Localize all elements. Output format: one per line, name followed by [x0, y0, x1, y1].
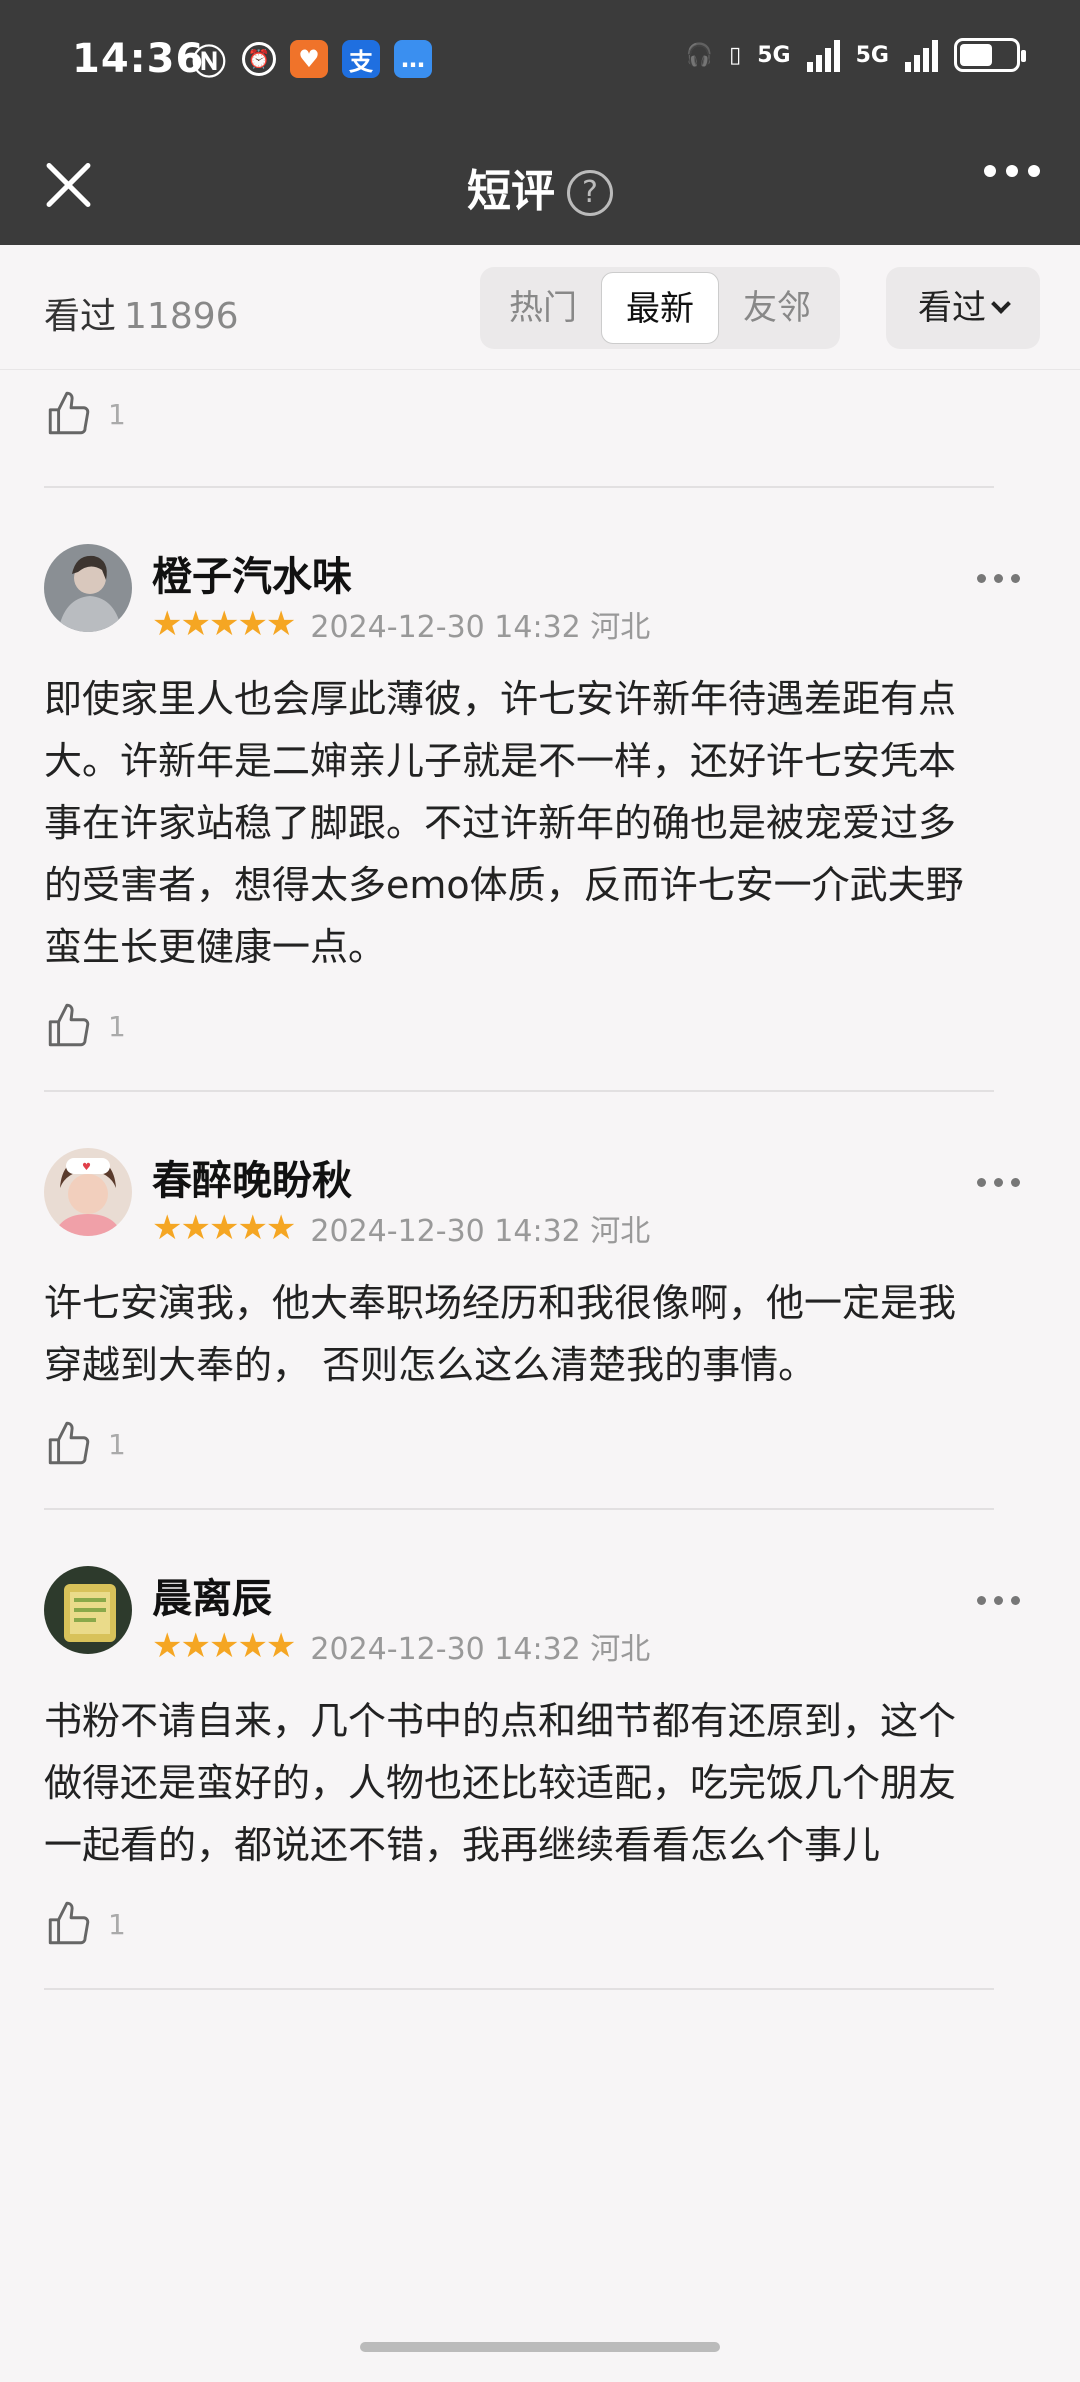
notification-icons: Ⓝ ⏰ ♥ 支 …	[190, 40, 432, 83]
signal-icon-1	[806, 38, 840, 72]
seen-label: 看过	[44, 296, 117, 337]
like-button[interactable]: 1	[0, 384, 1080, 444]
vibrate-icon: ▯	[729, 42, 742, 68]
title-bar: 短评?	[0, 125, 1080, 245]
home-indicator[interactable]	[360, 2342, 720, 2352]
system-icons: 🎧 ▯ 5G 5G	[685, 38, 1026, 72]
nfc-icon: Ⓝ	[192, 42, 226, 83]
rating-stars: ★★★★★	[152, 1626, 296, 1666]
battery-fill	[960, 44, 993, 66]
headphones-icon: 🎧	[685, 42, 714, 68]
username[interactable]: 晨离辰	[152, 1566, 272, 1624]
tab-latest[interactable]: 最新	[601, 272, 719, 344]
svg-text:♥: ♥	[82, 1162, 91, 1173]
review-date: 2024-12-30 14:32 河北	[310, 1214, 651, 1249]
thumbs-up-icon	[48, 1421, 90, 1465]
seen-number: 11896	[124, 296, 239, 337]
like-button[interactable]: 1	[44, 1414, 994, 1474]
status-filter-dropdown[interactable]: 看过	[886, 267, 1040, 349]
divider	[44, 1090, 994, 1092]
signal-icon-2	[905, 38, 938, 72]
taobao-app-icon: ♥	[290, 40, 328, 78]
filter-bar: 看过 11896 热门 最新 友邻 看过	[0, 245, 1080, 370]
divider	[44, 1988, 994, 1990]
review-text: 即使家里人也会厚此薄彼，许七安许新年待遇差距有点大。许新年是二婶亲儿子就是不一样…	[44, 677, 964, 969]
page-title-text: 短评	[467, 166, 555, 217]
thumbs-up-icon	[48, 1901, 90, 1945]
tab-hot[interactable]: 热门	[485, 272, 601, 344]
review-text: 书粉不请自来，几个书中的点和细节都有还原到，这个做得还是蛮好的，人物也还比较适配…	[44, 1699, 957, 1867]
review-item: 晨离辰 ★★★★★ 2024-12-30 14:32 河北 书粉不请自来，几个书…	[0, 1566, 1080, 1954]
review-date: 2024-12-30 14:32 河北	[310, 1632, 651, 1667]
review-more-button[interactable]	[977, 1178, 1020, 1187]
like-button[interactable]: 1	[44, 996, 994, 1056]
thumbs-up-icon	[48, 1003, 90, 1047]
username[interactable]: 春醉晚盼秋	[152, 1148, 352, 1206]
chevron-down-icon	[991, 294, 1011, 314]
message-app-icon: …	[394, 40, 432, 78]
review-date: 2024-12-30 14:32 河北	[310, 610, 651, 645]
status-filter-label: 看过	[918, 288, 986, 328]
review-feed: 1 橙子汽水味 ★★★★★ 2024-12-30 14:32 河北 即使家里人也…	[0, 370, 1080, 1990]
status-time: 14:36	[72, 36, 205, 82]
network-label-1: 5G	[757, 42, 791, 68]
review-more-button[interactable]	[977, 574, 1020, 583]
like-count: 1	[108, 397, 126, 431]
sort-segmented-control: 热门 最新 友邻	[480, 267, 840, 349]
seen-count: 看过 11896	[44, 287, 239, 339]
thumbs-up-icon	[48, 391, 90, 435]
battery-icon	[954, 38, 1026, 72]
avatar[interactable]: ♥	[44, 1148, 132, 1236]
page-title: 短评?	[0, 155, 1080, 219]
tab-friends[interactable]: 友邻	[719, 272, 835, 344]
divider	[44, 486, 994, 488]
review-text: 许七安演我，他大奉职场经历和我很像啊，他一定是我穿越到大奉的， 否则怎么这么清楚…	[44, 1281, 957, 1387]
username[interactable]: 橙子汽水味	[152, 544, 352, 602]
review-item: 橙子汽水味 ★★★★★ 2024-12-30 14:32 河北 即使家里人也会厚…	[0, 544, 1080, 1056]
status-bar: 14:36 Ⓝ ⏰ ♥ 支 … 🎧 ▯ 5G 5G	[0, 0, 1080, 125]
like-button[interactable]: 1	[44, 1894, 994, 1954]
network-label-2: 5G	[855, 42, 889, 68]
alarm-icon: ⏰	[242, 42, 276, 76]
review-more-button[interactable]	[977, 1596, 1020, 1605]
divider	[44, 1508, 994, 1510]
rating-stars: ★★★★★	[152, 604, 296, 644]
like-count: 1	[108, 1427, 126, 1461]
rating-stars: ★★★★★	[152, 1208, 296, 1248]
alipay-app-icon: 支	[342, 40, 380, 78]
avatar[interactable]	[44, 1566, 132, 1654]
like-count: 1	[108, 1907, 126, 1941]
like-count: 1	[108, 1009, 126, 1043]
review-item: ♥ 春醉晚盼秋 ★★★★★ 2024-12-30 14:32 河北 许七安演我，…	[0, 1148, 1080, 1474]
avatar[interactable]	[44, 544, 132, 632]
help-icon[interactable]: ?	[567, 170, 613, 216]
more-options-button[interactable]	[984, 165, 1040, 177]
